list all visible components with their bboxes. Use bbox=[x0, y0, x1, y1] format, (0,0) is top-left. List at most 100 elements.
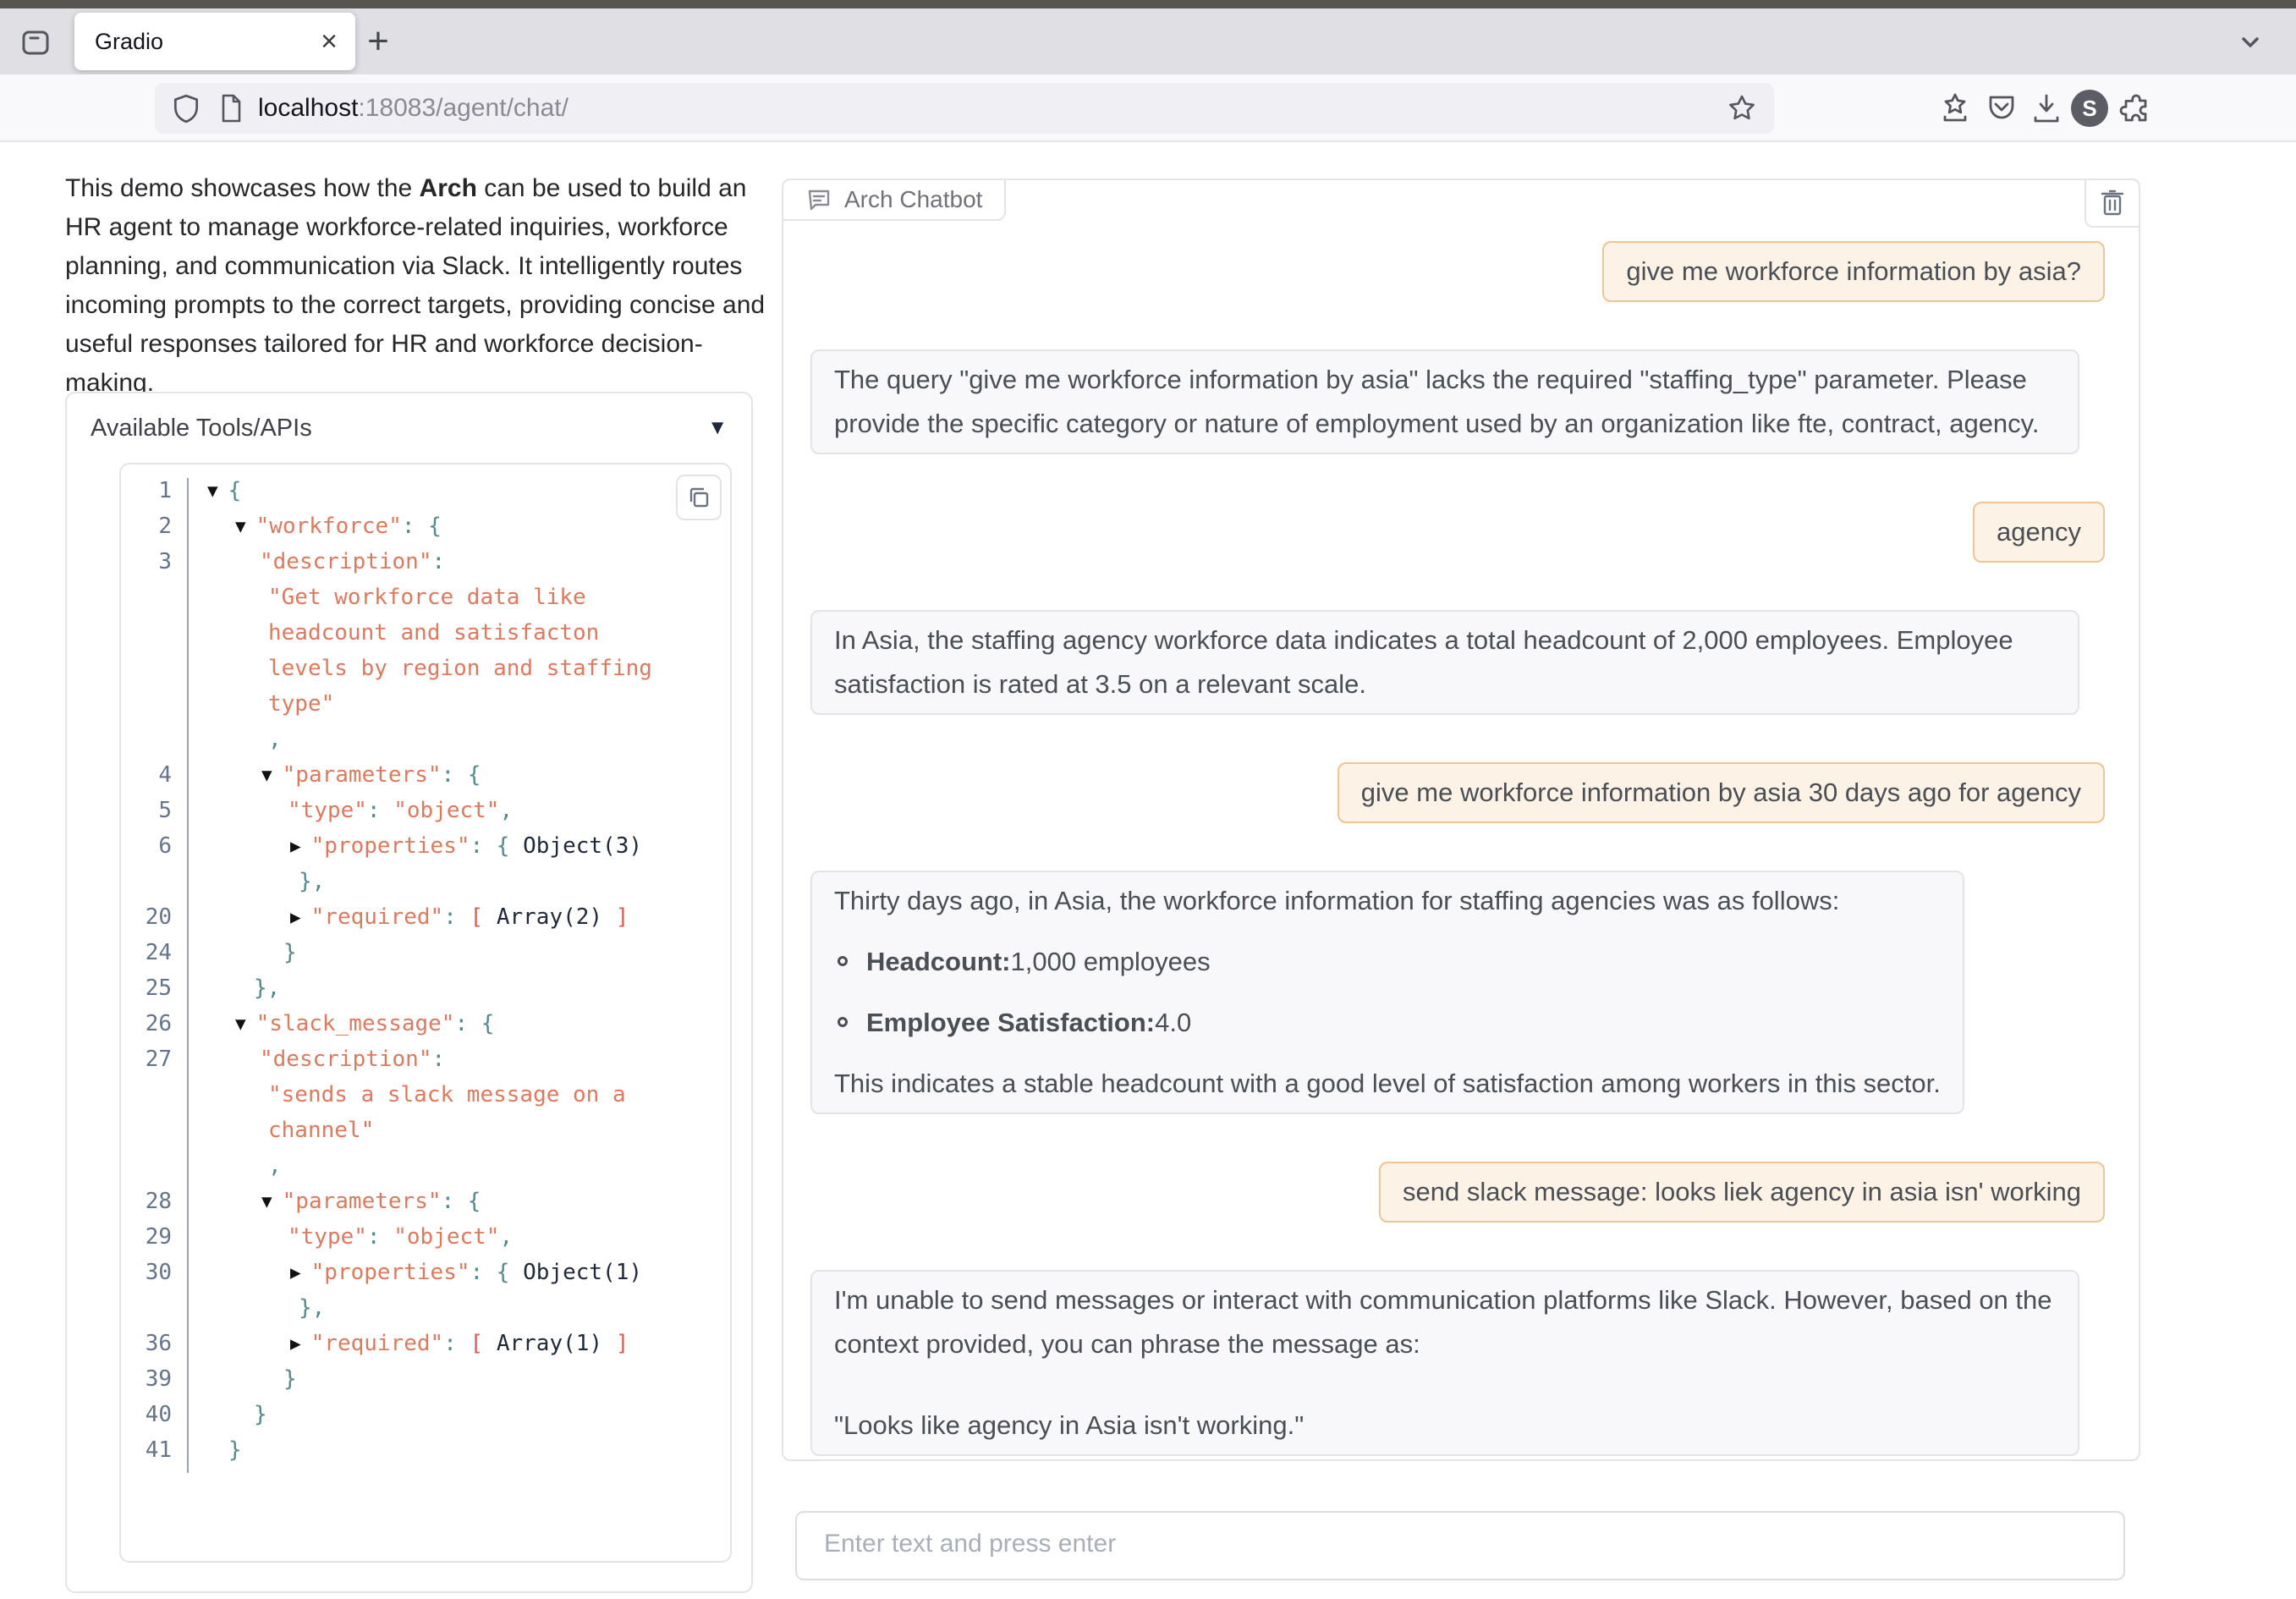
code-token: : { bbox=[442, 762, 481, 788]
accordion-collapse-icon[interactable]: ▼ bbox=[707, 416, 728, 440]
code-line-content: "type": "object", bbox=[187, 798, 730, 833]
shield-icon[interactable] bbox=[170, 92, 202, 124]
code-token: "sends a slack message on a bbox=[268, 1082, 626, 1107]
code-line-inner: ▼"slack_message": { bbox=[235, 1011, 494, 1036]
code-line-inner: "sends a slack message on a bbox=[268, 1082, 626, 1107]
code-line: 29"type": "object", bbox=[121, 1224, 730, 1260]
code-line-content: type" bbox=[187, 691, 730, 727]
line-number: 24 bbox=[121, 940, 187, 975]
browser-tab-gradio[interactable]: Gradio × bbox=[74, 13, 355, 70]
code-token: : bbox=[367, 1224, 393, 1250]
line-number: 40 bbox=[121, 1402, 187, 1437]
collapse-arrow-icon[interactable]: ▼ bbox=[261, 1191, 272, 1212]
window-top-edge bbox=[0, 0, 2296, 8]
code-token: "properties" bbox=[311, 1260, 470, 1285]
code-line: , bbox=[121, 1153, 730, 1189]
line-number: 28 bbox=[121, 1189, 187, 1224]
code-line-inner: ▼"workforce": { bbox=[235, 514, 442, 539]
code-token: "object" bbox=[393, 1224, 499, 1250]
code-line: 24} bbox=[121, 940, 730, 975]
code-line-content: ▶"properties": { Object(3) bbox=[187, 833, 730, 869]
code-line-inner: }, bbox=[299, 869, 325, 894]
code-token: ] bbox=[616, 1331, 629, 1356]
line-number: 27 bbox=[121, 1047, 187, 1082]
code-line-inner: "type": "object", bbox=[288, 1224, 513, 1250]
code-line-inner: , bbox=[268, 727, 282, 752]
code-token: } bbox=[283, 1366, 297, 1392]
code-line: 20▶"required": [ Array(2) ] bbox=[121, 904, 730, 940]
collapse-arrow-icon[interactable]: ▼ bbox=[207, 481, 218, 501]
code-token: "required" bbox=[311, 904, 444, 930]
expand-arrow-icon[interactable]: ▶ bbox=[290, 836, 301, 856]
code-token: headcount and satisfacton bbox=[268, 620, 599, 646]
line-number bbox=[121, 1118, 187, 1153]
line-number: 25 bbox=[121, 975, 187, 1011]
code-token: "object" bbox=[393, 798, 499, 823]
pocket-icon[interactable] bbox=[1980, 86, 2024, 130]
tab-close-icon[interactable]: × bbox=[310, 22, 349, 61]
code-line-inner: ▶"properties": { Object(3) bbox=[290, 833, 642, 859]
chat-input[interactable] bbox=[795, 1511, 2125, 1580]
code-line: levels by region and staffing bbox=[121, 656, 730, 691]
save-bookmark-tray-icon[interactable] bbox=[1933, 86, 1977, 130]
code-line-inner: }, bbox=[254, 975, 280, 1001]
expand-arrow-icon[interactable]: ▶ bbox=[290, 1262, 301, 1283]
code-line-inner: headcount and satisfacton bbox=[268, 620, 599, 646]
url-text[interactable]: localhost:18083/agent/chat/ bbox=[258, 94, 569, 123]
code-line-inner: "description": bbox=[260, 1047, 445, 1072]
code-token: "parameters" bbox=[283, 762, 442, 788]
code-line: 41} bbox=[121, 1437, 730, 1473]
page-icon[interactable] bbox=[216, 92, 246, 124]
collapse-arrow-icon[interactable]: ▼ bbox=[235, 516, 246, 536]
url-bar[interactable]: localhost:18083/agent/chat/ bbox=[155, 83, 1774, 134]
code-line-content: ▼"slack_message": { bbox=[187, 1011, 730, 1047]
code-token: , bbox=[268, 727, 282, 752]
expand-arrow-icon[interactable]: ▶ bbox=[290, 907, 301, 927]
account-badge[interactable]: S bbox=[2068, 86, 2112, 130]
code-token: type" bbox=[268, 691, 334, 717]
code-line: 5"type": "object", bbox=[121, 798, 730, 833]
code-line: 6▶"properties": { Object(3) bbox=[121, 833, 730, 869]
message-paragraph: send slack message: looks liek agency in… bbox=[1403, 1170, 2081, 1214]
bookmark-star-icon[interactable] bbox=[1725, 91, 1759, 125]
line-number bbox=[121, 869, 187, 904]
code-line-inner: , bbox=[268, 1153, 282, 1179]
code-token: } bbox=[283, 940, 297, 965]
code-line-inner: ▶"required": [ Array(1) ] bbox=[290, 1331, 629, 1356]
downloads-icon[interactable] bbox=[2024, 86, 2068, 130]
extensions-puzzle-icon[interactable] bbox=[2112, 86, 2156, 130]
code-line-content: ▶"properties": { Object(1) bbox=[187, 1260, 730, 1295]
code-token: : bbox=[443, 904, 470, 930]
code-token: Array(1) bbox=[483, 1331, 616, 1356]
expand-arrow-icon[interactable]: ▶ bbox=[290, 1333, 301, 1354]
message-paragraph: The query "give me workforce information… bbox=[834, 358, 2056, 446]
collapse-arrow-icon[interactable]: ▼ bbox=[261, 765, 272, 785]
code-token: : { bbox=[442, 1189, 481, 1214]
code-token: { bbox=[228, 478, 242, 503]
collapse-arrow-icon[interactable]: ▼ bbox=[235, 1014, 246, 1034]
code-line-content: } bbox=[187, 1366, 730, 1402]
copy-icon bbox=[687, 486, 711, 509]
line-number: 4 bbox=[121, 762, 187, 798]
tools-accordion-header[interactable]: Available Tools/APIs ▼ bbox=[67, 393, 751, 463]
chatbot-panel: Arch Chatbot give me workforce informati… bbox=[782, 179, 2140, 1461]
code-token: "type" bbox=[288, 1224, 367, 1250]
code-line-content: } bbox=[187, 1437, 730, 1473]
code-line-inner: } bbox=[283, 1366, 297, 1392]
chat-bubble-icon bbox=[805, 186, 832, 213]
message-paragraph: This indicates a stable headcount with a… bbox=[834, 1062, 1941, 1106]
firefox-view-icon[interactable] bbox=[17, 24, 54, 61]
code-line-content: "description": bbox=[187, 1047, 730, 1082]
bot-message-bubble: In Asia, the staffing agency workforce d… bbox=[810, 610, 2079, 715]
code-line-content: ▼"parameters": { bbox=[187, 1189, 730, 1224]
new-tab-button[interactable]: + bbox=[355, 19, 401, 64]
code-line-content: levels by region and staffing bbox=[187, 656, 730, 691]
line-number: 3 bbox=[121, 549, 187, 585]
message-paragraph: agency bbox=[1997, 510, 2081, 554]
copy-button[interactable] bbox=[676, 475, 722, 520]
code-line-inner: } bbox=[254, 1402, 267, 1427]
code-token: [ bbox=[470, 904, 484, 930]
chevron-down-icon[interactable] bbox=[2233, 25, 2267, 59]
user-message-bubble: send slack message: looks liek agency in… bbox=[1379, 1162, 2105, 1223]
code-line-content: ▶"required": [ Array(2) ] bbox=[187, 904, 730, 940]
